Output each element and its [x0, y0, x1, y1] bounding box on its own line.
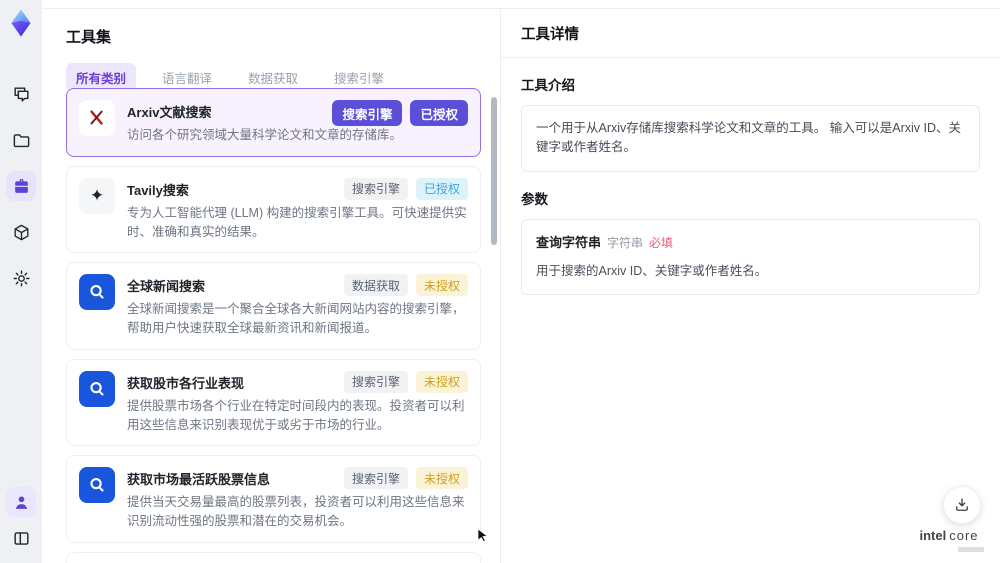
param-name: 查询字符串: [536, 234, 602, 250]
param-box: 查询字符串 字符串 必填用于搜索的Arxiv ID、关键字或作者姓名。: [521, 218, 980, 296]
chat-icon: [13, 86, 29, 102]
status-badge: 未授权: [415, 467, 468, 490]
left-sidebar: [0, 0, 42, 563]
tool-name: 获取股市各行业表现: [127, 375, 245, 391]
tool-badges: 搜索引擎 已授权: [343, 177, 468, 200]
brand-core: core: [949, 528, 979, 543]
tool-desc: 专为人工智能代理 (LLM) 构建的搜索引擎工具。可快速提供实时、准确和真实的结…: [127, 205, 467, 239]
intro-heading: 工具介绍: [521, 78, 575, 93]
tool-desc: 全球新闻搜索是一个聚合全球各大新闻网站内容的搜索引擎，帮助用户快速获取全球最新资…: [127, 302, 465, 335]
panel-collapse-icon: [13, 531, 29, 545]
tool-name: 全球新闻搜索: [127, 279, 206, 295]
download-button[interactable]: [943, 486, 981, 524]
category-badge: 搜索引擎: [332, 100, 403, 126]
mouse-cursor: [477, 528, 488, 542]
status-badge: 已授权: [410, 100, 468, 126]
sidebar-item-folder[interactable]: [6, 125, 36, 155]
category-badge: 搜索引擎: [343, 370, 408, 393]
toolbox-icon: [14, 178, 28, 193]
download-icon: [956, 498, 968, 511]
tool-card[interactable]: ✦ Tavily搜索专为人工智能代理 (LLM) 构建的搜索引擎工具。可快速提供实…: [66, 165, 481, 254]
tool-list-panel: 工具集 所有类别 语言翻译 数据获取 搜索引擎 Arxiv文献搜索 访问各个研究领域大量…: [42, 9, 500, 563]
brand-intel: intel: [919, 528, 947, 543]
category-badge: 数据获取: [343, 274, 408, 297]
tool-desc: 提供当天交易量最高的股票列表，投资者可以利用这些信息来识别流动性强的股票和潜在的…: [127, 495, 465, 528]
app-logo: [11, 9, 31, 37]
sidebar-item-toolbox[interactable]: [6, 171, 36, 201]
tool-desc: 提供股票市场各个行业在特定时间段内的表现。投资者可以利用这些信息来识别表现优于或…: [127, 398, 465, 432]
tool-detail-panel: 工具详情 工具介绍 一个用于从Arxiv存储库搜索科学论文和文章的工具。 输入可…: [500, 9, 1000, 563]
tool-card[interactable]: 获取股市各行业表现提供股票市场各个行业在特定时间段内的表现。投资者可以利用这些信…: [66, 358, 481, 447]
detail-title: 工具详情: [501, 9, 1000, 58]
sidebar-item-user[interactable]: [6, 487, 36, 517]
tool-badges: 数据获取 未授权: [343, 274, 468, 297]
tool-badges: 搜索引擎 已授权: [332, 100, 468, 126]
user-icon: [15, 495, 27, 509]
param-type: 字符串: [607, 235, 644, 250]
tool-badges: 搜索引擎 未授权: [343, 370, 468, 393]
tool-card[interactable]: 全球新闻搜索全球新闻搜索是一个聚合全球各大新闻网站内容的搜索引擎，帮助用户快速获…: [66, 262, 481, 350]
status-badge: 未授权: [415, 370, 468, 393]
tool-name: 获取市场最活跃股票信息: [127, 472, 271, 488]
arxiv-logo-icon: [79, 100, 115, 136]
status-badge: 已授权: [415, 177, 468, 200]
intro-text: 一个用于从Arxiv存储库搜索科学论文和文章的工具。 输入可以是Arxiv ID…: [521, 105, 980, 172]
params-heading: 参数: [521, 191, 548, 207]
tool-card[interactable]: Arxiv文献搜索访问各个研究领域大量科学论文和文章的存储库。 搜索引擎 已授权: [66, 88, 481, 157]
intel-core-logo: intel core: [910, 527, 988, 552]
tool-desc: 访问各个研究领域大量科学论文和文章的存储库。: [127, 128, 403, 142]
category-badge: 搜索引擎: [343, 467, 408, 490]
tool-card[interactable]: 万维地区新闻查询查询具体行政区划内的新闻，快速了解各地新闻动搜索引擎未授权: [66, 551, 481, 563]
param-head: 查询字符串 字符串 必填: [536, 233, 965, 253]
blue-search-icon: [79, 370, 115, 407]
param-desc: 用于搜索的Arxiv ID、关键字或作者姓名。: [536, 263, 768, 278]
sidebar-item-collapse[interactable]: [6, 523, 36, 553]
status-badge: 未授权: [415, 274, 468, 297]
scrollbar-thumb[interactable]: [491, 97, 497, 245]
brand-subbar: [958, 547, 984, 552]
blue-search-icon: [79, 467, 115, 504]
tavily-sparkle-icon: ✦: [79, 177, 115, 214]
page-title: 工具集: [66, 29, 112, 46]
folder-icon: [13, 133, 29, 147]
package-icon: [13, 224, 29, 240]
param-required-badge: 必填: [649, 235, 674, 250]
tool-name: Arxiv文献搜索: [127, 105, 212, 120]
category-badge: 搜索引擎: [343, 177, 408, 200]
sidebar-item-package[interactable]: [6, 217, 36, 247]
tool-badges: 搜索引擎 未授权: [343, 467, 468, 490]
gear-icon: [13, 270, 29, 286]
tool-card[interactable]: 获取市场最活跃股票信息提供当天交易量最高的股票列表，投资者可以利用这些信息来识别…: [66, 455, 481, 543]
tool-list: Arxiv文献搜索 访问各个研究领域大量科学论文和文章的存储库。 搜索引擎 已授权 ✦ T…: [66, 88, 481, 563]
sidebar-item-chat[interactable]: [6, 79, 36, 109]
tool-name: Tavily搜索: [127, 182, 189, 198]
blue-search-icon: [79, 274, 115, 311]
sidebar-item-settings[interactable]: [6, 263, 36, 293]
